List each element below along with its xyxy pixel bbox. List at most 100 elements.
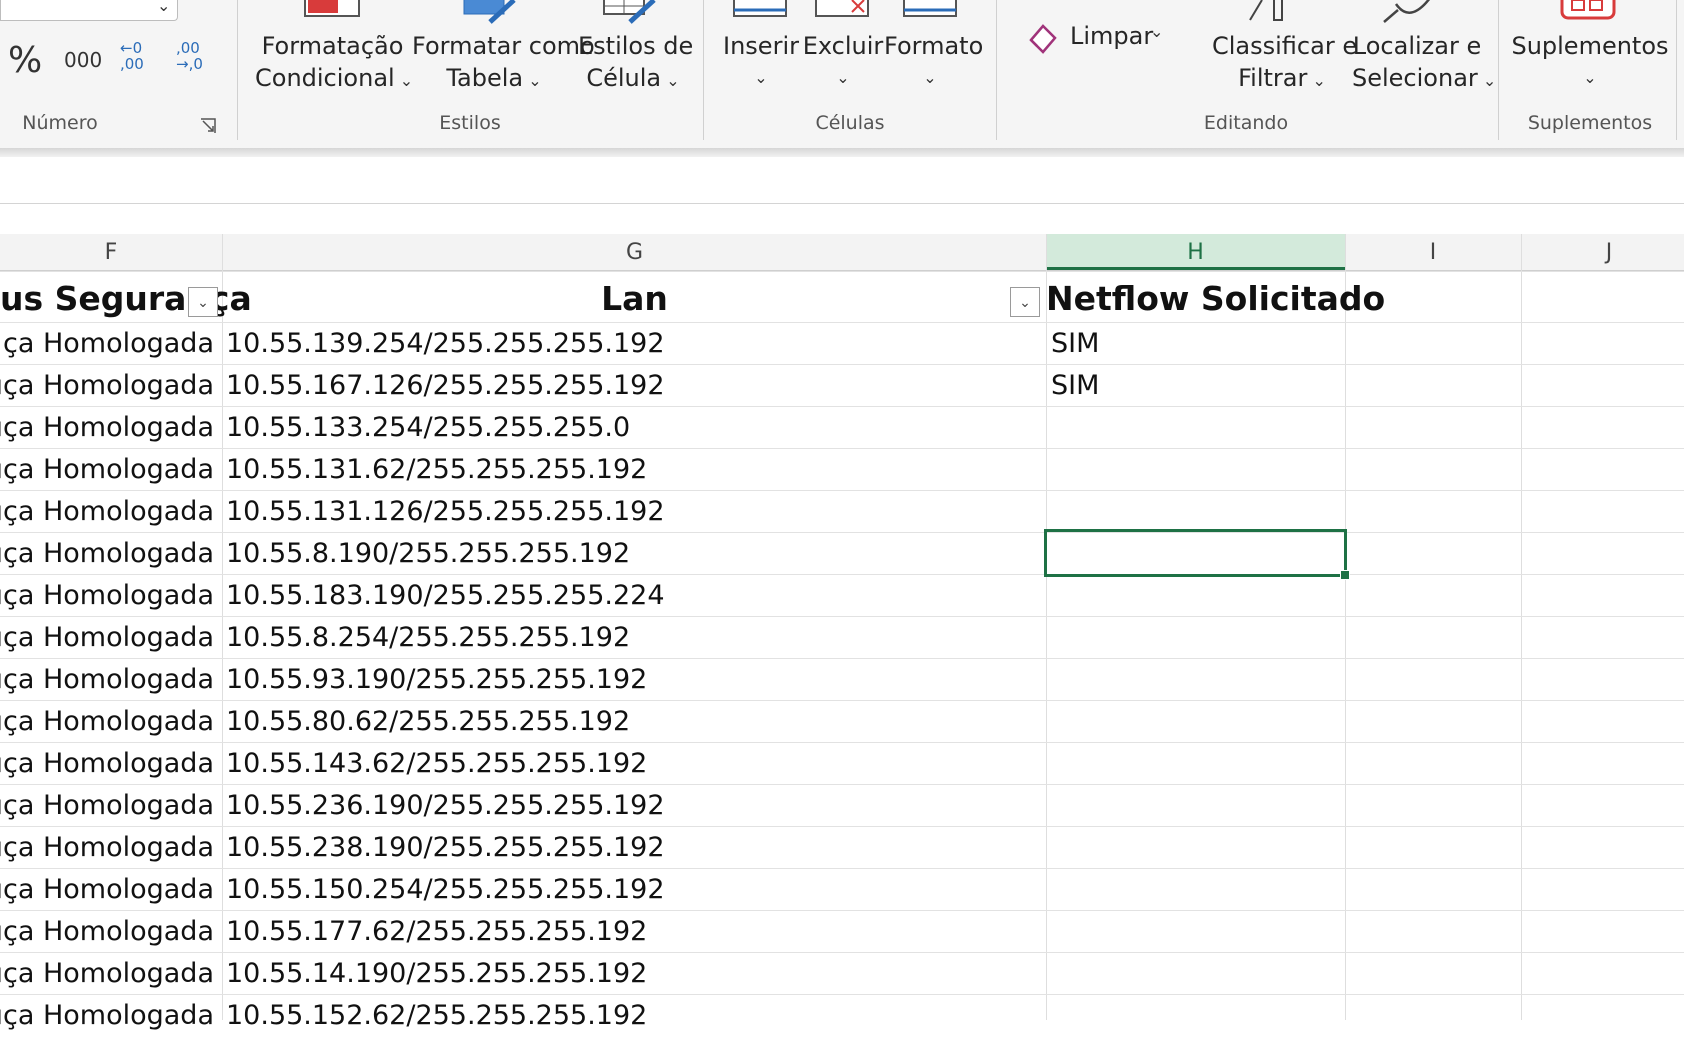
format-as-table-label-2: Tabela ⌄: [446, 64, 542, 92]
table-cell-g[interactable]: 10.55.131.126/255.255.255.192: [226, 491, 1042, 533]
delete-cells-button[interactable]: Excluir ⌄: [802, 30, 884, 96]
find-select-button[interactable]: Localizar e Selecionar ⌄: [1352, 30, 1496, 96]
sort-filter-label-2: Filtrar ⌄: [1238, 64, 1326, 92]
table-cell-g[interactable]: 10.55.93.190/255.255.255.192: [226, 659, 1042, 701]
table-cell-f[interactable]: ıça Homologada: [0, 617, 222, 659]
column-header-j[interactable]: J: [1521, 234, 1684, 270]
filter-dropdown-f[interactable]: ⌄: [188, 287, 218, 317]
sort-filter-icon: [1248, 0, 1298, 22]
column-header-h[interactable]: H: [1046, 234, 1345, 270]
table-cell-f[interactable]: ıça Homologada: [0, 743, 222, 785]
table-cell-f[interactable]: ça Homologada: [0, 323, 222, 365]
chevron-down-icon: ⌄: [157, 0, 171, 15]
table-cell-f[interactable]: ıça Homologada: [0, 827, 222, 869]
table-cell-f[interactable]: ıça Homologada: [0, 407, 222, 449]
group-label-estilos: Estilos: [439, 112, 501, 134]
table-cell-h[interactable]: [1051, 701, 1341, 743]
table-cell-g[interactable]: 10.55.131.62/255.255.255.192: [226, 449, 1042, 491]
table-cell-f[interactable]: ıça Homologada: [0, 953, 222, 995]
find-select-label-1: Localizar e: [1352, 32, 1482, 60]
table-cell-h[interactable]: [1051, 449, 1341, 491]
table-cell-f[interactable]: ıça Homologada: [0, 785, 222, 827]
table-cell-g[interactable]: 10.55.183.190/255.255.255.224: [226, 575, 1042, 617]
table-header-netflow: Netflow Solicitado: [1046, 279, 1386, 318]
table-cell-h[interactable]: [1051, 659, 1341, 701]
table-cell-h[interactable]: [1051, 995, 1341, 1037]
table-cell-g[interactable]: 10.55.143.62/255.255.255.192: [226, 743, 1042, 785]
fill-handle[interactable]: [1340, 570, 1350, 580]
table-cell-g[interactable]: 10.55.14.190/255.255.255.192: [226, 953, 1042, 995]
formula-bar-area[interactable]: [0, 157, 1684, 204]
table-cell-h[interactable]: [1051, 953, 1341, 995]
conditional-formatting-label-2: Condicional ⌄: [255, 64, 414, 92]
chevron-down-icon: ⌄: [923, 68, 937, 87]
column-header-g[interactable]: G: [223, 234, 1046, 270]
table-cell-g[interactable]: 10.55.80.62/255.255.255.192: [226, 701, 1042, 743]
sort-filter-label-1: Classificar e: [1212, 32, 1358, 60]
table-cell-f[interactable]: ıça Homologada: [0, 575, 222, 617]
table-cell-g[interactable]: 10.55.177.62/255.255.255.192: [226, 911, 1042, 953]
insert-label: Inserir: [723, 32, 799, 60]
addins-button[interactable]: Suplementos ⌄: [1510, 30, 1670, 96]
conditional-formatting-button[interactable]: Formatação Condicional ⌄: [255, 30, 414, 96]
table-cell-g[interactable]: 10.55.167.126/255.255.255.192: [226, 365, 1042, 407]
table-cell-g[interactable]: 10.55.236.190/255.255.255.192: [226, 785, 1042, 827]
group-label-editando: Editando: [1203, 112, 1289, 134]
table-cell-g[interactable]: 10.55.152.62/255.255.255.192: [226, 995, 1042, 1037]
table-cell-g[interactable]: 10.55.139.254/255.255.255.192: [226, 323, 1042, 365]
increase-decimal-button[interactable]: ,00 →,0: [176, 40, 212, 76]
table-cell-h[interactable]: SIM: [1051, 365, 1341, 407]
table-cell-h[interactable]: SIM: [1051, 323, 1341, 365]
table-cell-g[interactable]: 10.55.8.190/255.255.255.192: [226, 533, 1042, 575]
table-cell-h[interactable]: [1051, 743, 1341, 785]
selected-cell[interactable]: [1044, 529, 1347, 577]
table-cell-f[interactable]: ıça Homologada: [0, 659, 222, 701]
table-cell-g[interactable]: 10.55.133.254/255.255.255.0: [226, 407, 1042, 449]
table-cell-f[interactable]: ıça Homologada: [0, 911, 222, 953]
sort-filter-button[interactable]: Classificar e Filtrar ⌄: [1212, 30, 1358, 96]
group-label-suplementos: Suplementos: [1527, 112, 1653, 134]
dialog-launcher-icon[interactable]: [200, 118, 216, 133]
chevron-down-icon: ⌄: [754, 68, 768, 87]
decrease-decimal-button[interactable]: ←0 ,00: [120, 40, 154, 76]
cell-styles-button[interactable]: Estilos de Célula ⌄: [578, 30, 693, 96]
table-cell-h[interactable]: [1051, 911, 1341, 953]
table-cell-g[interactable]: 10.55.8.254/255.255.255.192: [226, 617, 1042, 659]
addins-label: Suplementos: [1511, 32, 1669, 60]
table-cell-f[interactable]: ıça Homologada: [0, 533, 222, 575]
table-cell-h[interactable]: [1051, 617, 1341, 659]
group-separator: [1498, 0, 1499, 140]
comma-style-button[interactable]: 000: [64, 48, 102, 72]
group-separator: [237, 0, 238, 140]
group-separator: [1676, 0, 1677, 140]
table-cell-h[interactable]: [1051, 785, 1341, 827]
table-cell-h[interactable]: [1051, 407, 1341, 449]
format-as-table-button[interactable]: Formatar como Tabela ⌄: [412, 30, 595, 96]
format-cells-button[interactable]: Formato ⌄: [884, 30, 983, 96]
table-cell-f[interactable]: ıça Homologada: [0, 449, 222, 491]
table-cell-f[interactable]: ıça Homologada: [0, 701, 222, 743]
chevron-down-icon: ⌄: [523, 71, 542, 90]
table-cell-f[interactable]: ıça Homologada: [0, 869, 222, 911]
insert-cells-button[interactable]: Inserir ⌄: [720, 30, 802, 96]
number-format-dropdown[interactable]: [0, 0, 178, 21]
filter-dropdown-g[interactable]: ⌄: [1010, 287, 1040, 317]
column-header-f[interactable]: F: [0, 234, 222, 270]
table-cell-h[interactable]: [1051, 491, 1341, 533]
column-header-i[interactable]: I: [1345, 234, 1521, 270]
decrease-decimal-icon: ←0 ,00: [120, 39, 144, 73]
format-cells-icon: [900, 0, 960, 20]
table-cell-h[interactable]: [1051, 869, 1341, 911]
group-label-celulas: Células: [815, 112, 885, 134]
clear-button[interactable]: Limpar ⌄: [1020, 18, 1170, 58]
delete-cells-icon: [812, 0, 872, 20]
table-cell-g[interactable]: 10.55.238.190/255.255.255.192: [226, 827, 1042, 869]
percent-style-button[interactable]: %: [8, 40, 42, 81]
table-cell-h[interactable]: [1051, 827, 1341, 869]
table-cell-g[interactable]: 10.55.150.254/255.255.255.192: [226, 869, 1042, 911]
table-cell-h[interactable]: [1051, 575, 1341, 617]
table-cell-f[interactable]: ıça Homologada: [0, 995, 222, 1037]
chevron-down-icon: ⌄: [661, 71, 680, 90]
table-cell-f[interactable]: ıça Homologada: [0, 491, 222, 533]
table-cell-f[interactable]: ıça Homologada: [0, 365, 222, 407]
